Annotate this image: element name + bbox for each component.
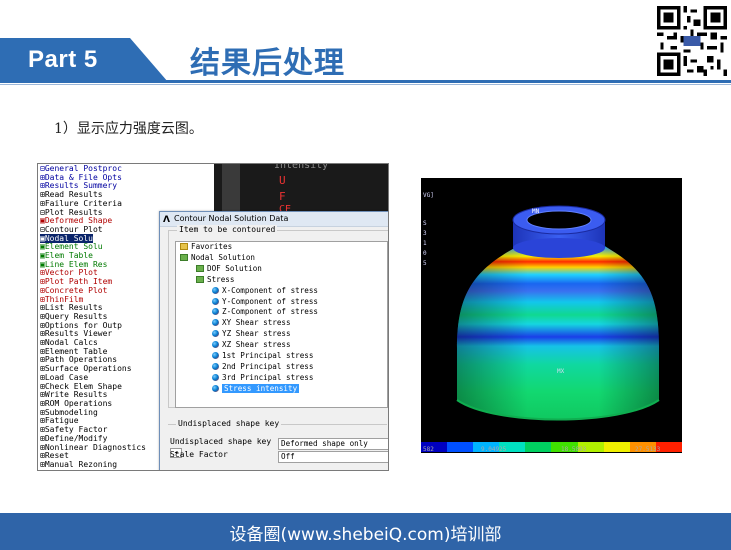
list-item[interactable]: XZ Shear stress [176,340,387,351]
list-item-label: 2nd Principal stress [222,361,314,371]
legend-value: 18.5093 [561,446,587,453]
footer-text: 设备圈(www.shebeiQ.com)培训部 [229,525,502,545]
view-label: 1 [423,240,427,247]
list-item[interactable]: 1st Principal stress [176,351,387,362]
item-group: Item to be contoured Favorites Nodal Solu… [168,225,388,408]
contour-nodal-solution-dialog: Λ Contour Nodal Solution Data Item to be… [159,211,388,470]
item-group-label: Item to be contoured [177,225,278,234]
background-letter: U [279,174,286,187]
dialog-title: Contour Nodal Solution Data [174,214,289,223]
list-item[interactable]: Favorites [176,242,387,253]
ansys-postproc-screenshot: ⊟General Postproc ⊞Data & File Opts ⊞Res… [37,163,389,471]
view-label: 3 [423,230,427,237]
result-item-icon [212,384,219,392]
folder-icon [196,264,204,272]
stress-intensity-contour: VG] S 3 1 0 5 MN MX 582 9.04925 18.5093 … [421,178,682,453]
list-item-label: Nodal Solution [191,252,256,262]
list-item[interactable]: Z-Component of stress [176,307,387,318]
undisplaced-group-label: Undisplaced shape key [176,419,282,428]
list-item[interactable]: X-Component of stress [176,286,387,297]
list-item-label: 1st Principal stress [222,351,314,361]
list-item[interactable]: Stress intensity [176,383,387,395]
list-item[interactable]: XY Shear stress [176,318,387,329]
undisplaced-group: Undisplaced shape key Undisplaced shape … [168,419,388,470]
result-item-icon [212,297,219,305]
list-item-label: Favorites [191,242,233,251]
view-label: VG] [423,192,434,199]
list-item-label: Y-Component of stress [222,296,319,306]
folder-icon [196,275,204,283]
result-item-icon [212,330,219,338]
legend-value: 9.04925 [481,446,507,453]
scale-factor-label: Scale Factor [170,450,228,459]
contour-legend-values: 582 9.04925 18.5093 27.5133 [421,446,682,453]
list-item-label: 3rd Principal stress [222,372,314,382]
qr-code-icon [657,6,727,76]
contour-model-image [456,205,660,421]
list-item[interactable]: 2nd Principal stress [176,362,387,373]
item-list[interactable]: Favorites Nodal Solution DOF Solution Stres… [175,241,388,408]
list-item[interactable]: YZ Shear stress [176,329,387,340]
result-item-icon [212,286,219,294]
legend-value: 582 [423,446,434,453]
view-label: 0 [423,250,427,257]
result-item-icon [212,308,219,316]
scale-factor-select[interactable]: Off [278,451,388,463]
result-item-icon [212,362,219,370]
list-item[interactable]: 3rd Principal stress [176,373,387,384]
result-item-icon [212,319,219,327]
undisplaced-label: Undisplaced shape key [170,437,272,446]
undisplaced-select[interactable]: Deformed shape only [278,438,388,450]
result-item-icon [212,352,219,360]
caption-text: 1）显示应力强度云图。 [54,121,203,137]
list-item[interactable]: Stress [176,275,387,286]
list-item-label: XY Shear stress [222,318,291,328]
list-item-label: Stress [207,274,235,284]
list-item-label: XZ Shear stress [222,340,291,350]
list-item[interactable]: DOF Solution [176,264,387,275]
view-label: 5 [423,260,427,267]
result-item-icon [212,341,219,349]
list-item-label: Z-Component of stress [222,307,319,317]
max-node-label: MX [557,368,565,375]
page-title: 结果后处理 [190,46,345,81]
header-divider [0,80,731,83]
background-text: Intensity [274,163,329,171]
part-label: Part 5 [28,46,98,73]
view-label: S [423,220,427,227]
list-item[interactable]: Nodal Solution [176,253,387,264]
background-letter: F [279,190,286,203]
min-node-label: MN [532,208,540,215]
list-item-label: Stress intensity [222,383,300,393]
list-item-label: YZ Shear stress [222,329,291,339]
list-item[interactable]: Y-Component of stress [176,297,387,308]
legend-value: 27.5133 [635,446,661,453]
ansys-logo-icon: Λ [163,215,170,225]
list-item-label: DOF Solution [207,263,262,273]
list-item-label: X-Component of stress [222,285,319,295]
folder-icon [180,243,188,250]
folder-icon [180,253,188,261]
graphics-background: Intensity U F CE [214,164,388,216]
header-divider-thin [0,84,731,85]
result-item-icon [212,373,219,381]
